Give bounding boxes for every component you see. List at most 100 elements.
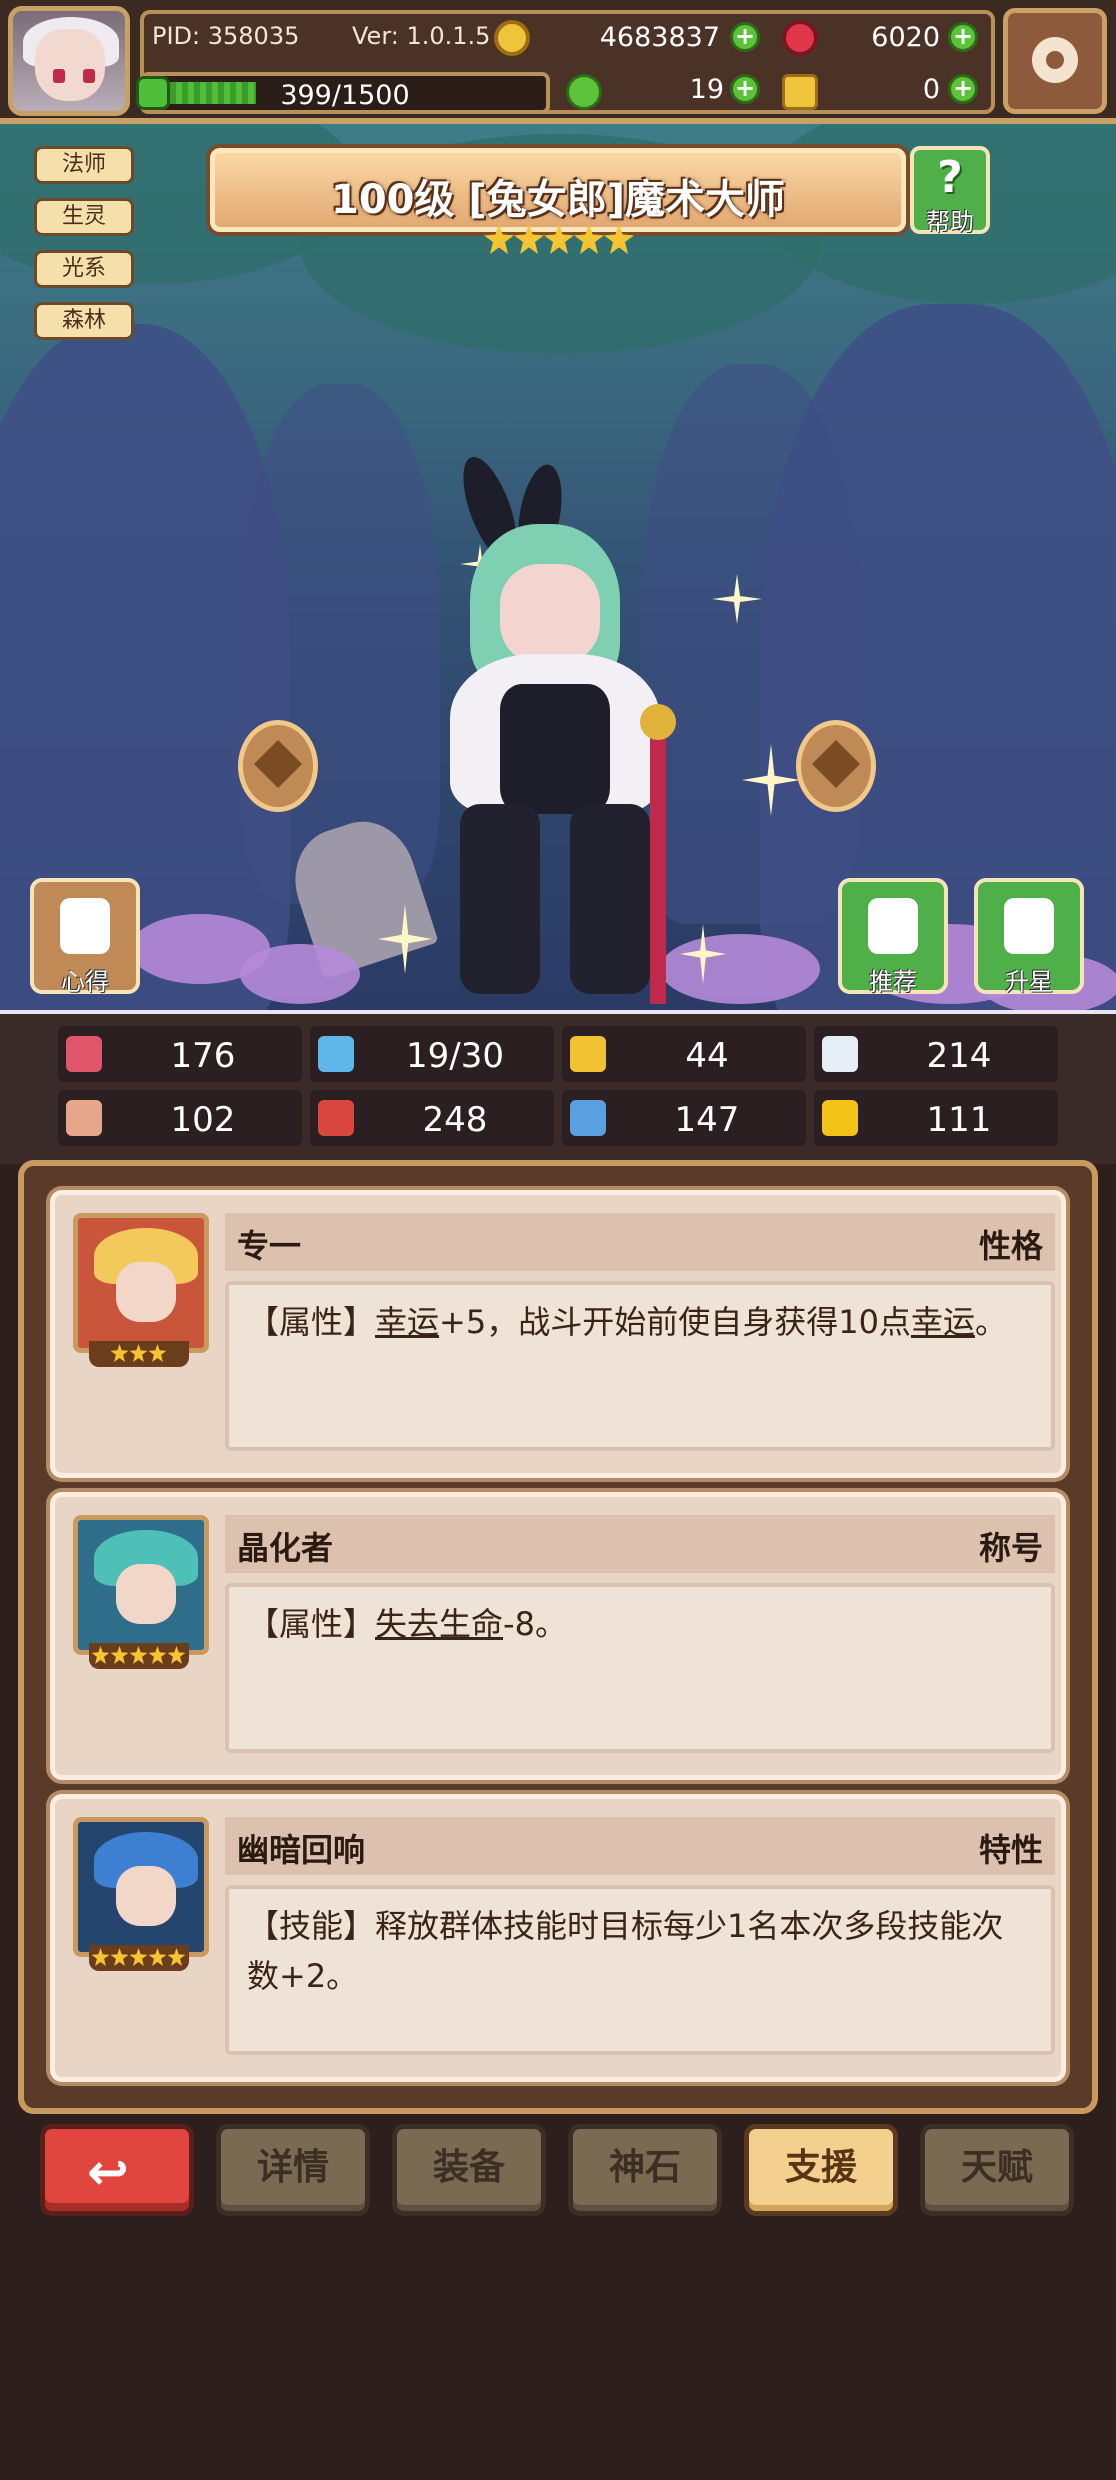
horseshoe-icon [822,1100,858,1136]
star-icon [110,1646,129,1664]
add-keys-button[interactable]: + [948,74,978,104]
wing-icon [822,1036,858,1072]
tab-support[interactable]: 支援 [744,2124,898,2216]
star-icon [110,1948,129,1966]
portrait-star-rating [89,1945,189,1971]
hero-scene: 法师 生灵 光系 森林 100级 [兔女郎]魔术大师 ? 帮助 心得 推荐 升星 [0,124,1116,1024]
trait-description: 【技能】释放群体技能时目标每少1名本次多段技能次数+2。 [225,1885,1055,2055]
clover-icon [566,74,602,110]
trait-portrait [73,1817,209,1957]
add-gems-button[interactable]: + [948,22,978,52]
keyword-link[interactable]: 幸运 [911,1303,975,1341]
stat-agility[interactable]: 147 [562,1090,806,1146]
add-clover-button[interactable]: + [730,74,760,104]
star-up-button[interactable]: 升星 [974,878,1084,996]
trait-name: 专一 [237,1227,302,1265]
back-button[interactable]: ↩ [40,2124,194,2216]
tag-class: 法师 [34,146,134,184]
trait-card[interactable]: 幽暗回响 特性 【技能】释放群体技能时目标每少1名本次多段技能次数+2。 [50,1794,1066,2082]
recommend-label: 推荐 [869,968,917,996]
clover-amount: 19 [689,74,724,105]
settings-button[interactable] [1003,8,1107,114]
stat-intellect[interactable]: 248 [310,1090,554,1146]
portrait-star-rating [89,1643,189,1669]
water-drop-icon [318,1036,354,1072]
help-label: 帮助 [926,208,974,236]
back-arrow-icon: ↩ [87,2143,129,2201]
star-badge-icon [1004,898,1054,954]
star-icon [148,1344,167,1362]
gold-coin-icon [494,20,530,56]
heart-icon [66,1036,102,1072]
stat-value: 147 [674,1100,740,1140]
gem-icon [782,20,818,56]
stat-hp[interactable]: 176 [58,1026,302,1082]
help-button[interactable]: ? 帮助 [910,146,990,236]
game-version: Ver: 1.0.1.5 [352,22,491,50]
gem-amount: 6020 [871,22,940,53]
trait-description: 【属性】幸运+5，战斗开始前使自身获得10点幸运。 [225,1281,1055,1451]
star-icon [110,1344,129,1362]
stat-value: 111 [926,1100,992,1140]
star-icon [148,1948,167,1966]
fist-icon [66,1100,102,1136]
recommend-button[interactable]: 推荐 [838,878,948,996]
trait-description: 【属性】失去生命-8。 [225,1583,1055,1753]
trait-card[interactable]: 晶化者 称号 【属性】失去生命-8。 [50,1492,1066,1780]
key-icon [782,74,818,110]
star-icon [129,1948,148,1966]
support-traits-panel: 专一 性格 【属性】幸运+5，战斗开始前使自身获得10点幸运。 晶化者 称号 【… [18,1160,1098,2114]
hero-title: 100级 [兔女郎]魔术大师 [331,177,785,223]
top-bar: PID: 358035 Ver: 1.0.1.5 4683837 + 6020 … [0,0,1116,124]
trait-type: 性格 [978,1227,1043,1265]
affection-right-icon[interactable] [796,720,876,812]
boot-icon [570,1100,606,1136]
stat-strength[interactable]: 102 [58,1090,302,1146]
stat-value: 176 [170,1036,236,1076]
exp-gem-icon [136,76,170,110]
gold-amount: 4683837 [599,22,720,53]
trait-portrait [73,1515,209,1655]
stat-mana[interactable]: 19/30 [310,1026,554,1082]
keyword-link[interactable]: 幸运 [375,1303,439,1341]
add-gold-button[interactable]: + [730,22,760,52]
stat-value: 44 [685,1036,729,1076]
hero-character[interactable] [420,450,700,1014]
tab-equipment[interactable]: 装备 [392,2124,546,2216]
star-icon [129,1344,148,1362]
trait-card[interactable]: 专一 性格 【属性】幸运+5，战斗开始前使自身获得10点幸运。 [50,1190,1066,1478]
stat-defense[interactable]: 44 [562,1026,806,1082]
player-avatar[interactable] [8,6,130,116]
tag-habitat: 森林 [34,302,134,340]
insights-button[interactable]: 心得 [30,878,140,996]
tag-race: 生灵 [34,198,134,236]
notebook-icon [60,898,110,954]
tab-talent[interactable]: 天赋 [920,2124,1074,2216]
star-icon [91,1646,110,1664]
stat-value: 248 [422,1100,488,1140]
stat-speed[interactable]: 214 [814,1026,1058,1082]
tag-element: 光系 [34,250,134,288]
shield-icon [570,1036,606,1072]
star-icon [91,1948,110,1966]
star-icon [167,1646,186,1664]
tab-details[interactable]: 详情 [216,2124,370,2216]
star-up-label: 升星 [1005,968,1053,996]
trait-type: 称号 [978,1529,1043,1567]
portrait-star-rating [89,1341,189,1367]
tab-god-stone[interactable]: 神石 [568,2124,722,2216]
book-icon [318,1100,354,1136]
question-icon: ? [937,152,963,203]
insights-label: 心得 [61,968,109,996]
trait-portrait [73,1213,209,1353]
stat-value: 102 [170,1100,236,1140]
star-icon [167,1948,186,1966]
exp-bar: 399/1500 [140,72,550,114]
keyword-link[interactable]: 失去生命 [375,1605,503,1643]
stat-value: 19/30 [406,1036,504,1076]
key-amount: 0 [922,74,940,105]
affection-left-icon[interactable] [238,720,318,812]
stat-value: 214 [926,1036,992,1076]
thumbs-up-icon [868,898,918,954]
stat-luck[interactable]: 111 [814,1090,1058,1146]
